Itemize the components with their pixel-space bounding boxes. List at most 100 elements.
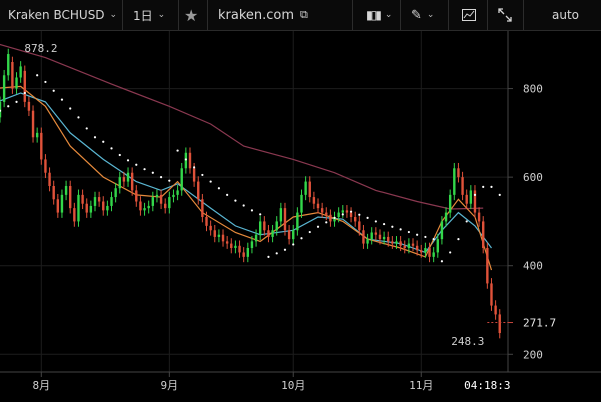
- sar-dot: [366, 216, 369, 219]
- candle-body: [27, 101, 31, 111]
- candle-body: [428, 248, 431, 257]
- candle-body: [407, 243, 411, 248]
- sar-dot: [473, 193, 477, 196]
- candle-body: [110, 197, 113, 206]
- candle-body: [15, 77, 18, 89]
- candle-body: [172, 194, 175, 198]
- sar-dot: [118, 153, 121, 157]
- toolbar: Kraken BCHUSD ⌄ 1日 ⌄ ★ kraken.com ⧉ ▮▯▮ …: [0, 0, 601, 31]
- candle-body: [56, 199, 60, 213]
- candle-body: [221, 234, 225, 242]
- candle-body: [197, 181, 200, 200]
- price-chart[interactable]: 200 400 600 800 8月 9月 10月 11月 04:18:3 878.2 248.…: [0, 31, 601, 402]
- price-tick-label: 200: [523, 348, 543, 361]
- candle-body: [366, 239, 369, 244]
- candle-body: [469, 190, 473, 204]
- sar-dot: [36, 74, 39, 77]
- site-link[interactable]: kraken.com ⧉: [218, 0, 308, 30]
- sar-dot: [391, 225, 394, 228]
- sar-dot: [60, 98, 64, 101]
- candle-body: [263, 221, 266, 231]
- candle-body: [287, 230, 291, 240]
- sar-dot: [432, 238, 435, 241]
- chart-style-button[interactable]: ▮▯▮ ⌄: [366, 0, 392, 30]
- candle-body: [424, 248, 427, 253]
- time-axis: 8月 9月 10月 11月 04:18:3: [32, 372, 513, 392]
- drawing-tools-button[interactable]: ✎ ⌄: [411, 0, 434, 30]
- scale-mode-label: auto: [552, 8, 580, 22]
- candle-body: [230, 243, 233, 248]
- candle-body: [461, 177, 464, 195]
- price-tick-label: 600: [523, 171, 543, 184]
- candle-body: [73, 208, 76, 222]
- sar-dot: [308, 230, 311, 234]
- sar-dot: [168, 179, 171, 182]
- sar-dot: [316, 225, 320, 228]
- sar-dot: [283, 248, 287, 251]
- candle-body: [192, 168, 196, 182]
- sar-dot: [15, 100, 18, 103]
- sar-dot: [407, 230, 410, 234]
- candle-body: [0, 101, 2, 118]
- sar-dot: [416, 233, 419, 236]
- candle-body: [440, 221, 444, 240]
- candle-body: [432, 252, 435, 257]
- sar-dot: [457, 238, 460, 241]
- candle-body: [7, 54, 10, 76]
- candle-body: [31, 110, 35, 138]
- time-tick-label: 8月: [32, 379, 50, 392]
- candle-body: [35, 132, 39, 138]
- sar-dot: [267, 255, 270, 258]
- sar-dot: [201, 173, 204, 177]
- scale-mode-button[interactable]: auto: [552, 0, 579, 30]
- candle-body: [159, 194, 163, 204]
- sar-dot: [341, 213, 344, 216]
- interval-selector[interactable]: 1日 ⌄: [133, 0, 165, 30]
- candle-body: [498, 314, 501, 334]
- sar-dot: [151, 171, 154, 174]
- candle-body: [180, 168, 183, 191]
- candle-body: [271, 230, 274, 237]
- sar-dot: [93, 136, 97, 139]
- sar-dot: [482, 185, 485, 188]
- sar-dot: [490, 185, 493, 188]
- fullscreen-icon: [498, 8, 512, 22]
- sar-dot: [440, 260, 444, 263]
- candle-body: [118, 177, 121, 189]
- sar-dot: [333, 216, 336, 219]
- sar-dot: [226, 193, 229, 196]
- ma-mid-line: [0, 92, 492, 254]
- candle-body: [19, 66, 22, 78]
- candle-body: [164, 203, 167, 209]
- ma-short-line: [0, 85, 493, 271]
- candle-body: [325, 212, 328, 215]
- sar-dot: [52, 89, 55, 92]
- candle-body: [448, 194, 452, 213]
- candle-body: [168, 197, 171, 209]
- indicator-button[interactable]: [462, 0, 476, 30]
- fullscreen-button[interactable]: [498, 0, 512, 30]
- candle-body: [126, 172, 130, 182]
- candle-body: [378, 234, 382, 240]
- sar-dot: [159, 176, 163, 179]
- candle-body: [217, 234, 221, 237]
- candle-body: [130, 172, 134, 191]
- sar-dot: [209, 180, 212, 183]
- sar-dot: [234, 199, 237, 202]
- sar-dot: [292, 243, 295, 246]
- candle-body: [122, 177, 126, 182]
- interval-label: 1日: [133, 8, 153, 23]
- sar-dot: [250, 209, 254, 212]
- candle-body: [391, 241, 394, 244]
- candle-body: [283, 208, 287, 231]
- grid: [0, 31, 508, 372]
- symbol-selector[interactable]: Kraken BCHUSD ⌄: [8, 0, 117, 30]
- time-tick-label: 11月: [409, 379, 433, 392]
- candle-body: [292, 230, 295, 240]
- candle-body: [188, 152, 192, 169]
- candle-body: [267, 230, 270, 237]
- chart-style-icon: ▮▯▮: [366, 8, 382, 22]
- star-icon[interactable]: ★: [184, 0, 198, 30]
- time-tick-label: 10月: [281, 379, 305, 392]
- chevron-down-icon: ⌄: [426, 10, 435, 20]
